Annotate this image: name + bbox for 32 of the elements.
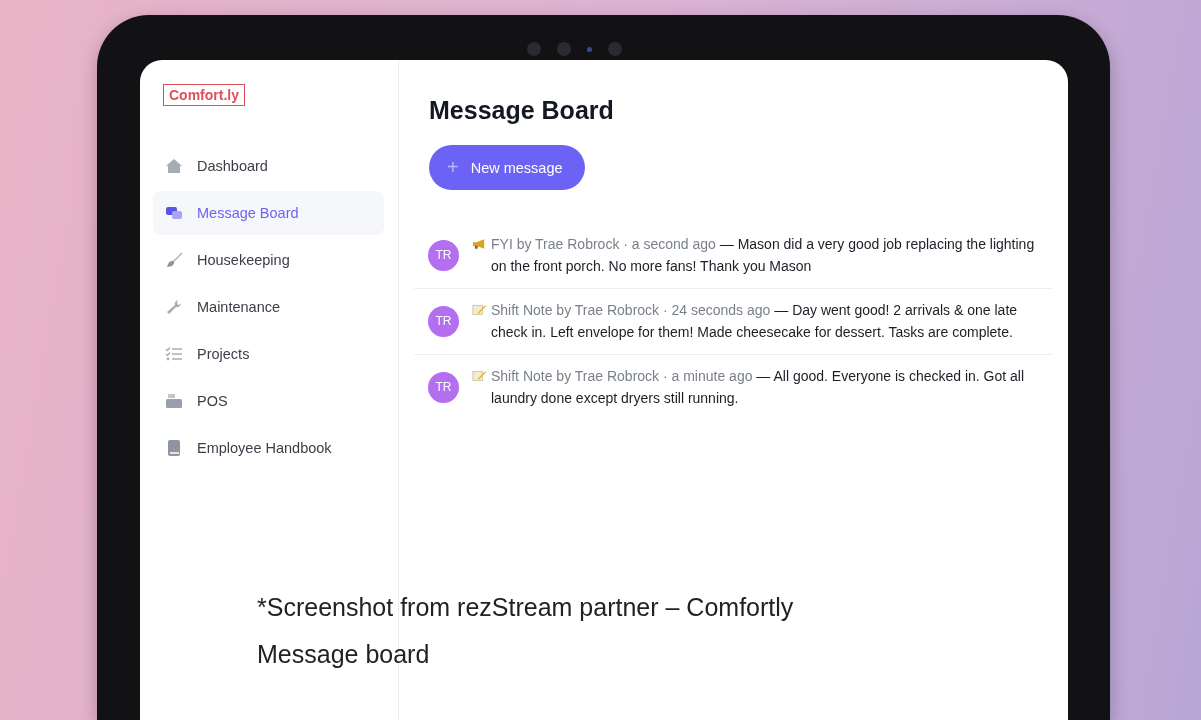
logo[interactable]: Comfort.ly [163, 84, 245, 106]
caption-text: Message board [257, 640, 431, 669]
camera-icon [557, 42, 571, 56]
message-text: FYI by Trae Robrock · a second ago — Mason did a very good job replacing the lighting on the front porch. No more fans! Thank you Mason [491, 235, 1036, 276]
checklist-icon [165, 346, 183, 362]
camera-icon [527, 42, 541, 56]
book-icon [165, 440, 183, 456]
camera-icon [608, 42, 622, 56]
sidebar-item[interactable]: Housekeeping [153, 238, 384, 282]
sidebar-item[interactable]: Dashboard [153, 144, 384, 188]
home-icon [165, 158, 183, 174]
avatar: TR [428, 305, 459, 337]
message-text: Shift Note by Trae Robrock · a minute ago — All good. Everyone is checked in. Got all laundry done except dryers still running. [491, 367, 1026, 408]
sidebar-item[interactable]: Projects [153, 332, 384, 376]
sidebar-item[interactable]: POS [153, 379, 384, 423]
chat-bubbles-icon [165, 205, 183, 221]
caption-text: *Screenshot from rezStream partner – Comfortly [257, 593, 794, 622]
memo-icon [472, 370, 487, 382]
new-message-button[interactable]: + New message [429, 145, 585, 190]
sidebar-item[interactable]: Employee Handbook [153, 426, 384, 470]
megaphone-icon [472, 238, 487, 250]
sidebar-item[interactable]: Maintenance [153, 285, 384, 329]
sensor-icon [587, 46, 592, 52]
page-title: Message Board [429, 96, 615, 125]
cash-register-icon [165, 393, 183, 409]
avatar: TR [428, 371, 459, 403]
brush-icon [165, 252, 183, 268]
memo-icon [472, 304, 487, 316]
message-text: Shift Note by Trae Robrock · 24 seconds ago — Day went good! 2 arrivals & one late check in. Left envelope for them! Made cheesecake for dessert. Tasks are complete. [491, 301, 1019, 342]
sidebar-item[interactable]: Message Board [153, 191, 384, 235]
wrench-icon [165, 299, 183, 315]
avatar: TR [428, 239, 459, 271]
